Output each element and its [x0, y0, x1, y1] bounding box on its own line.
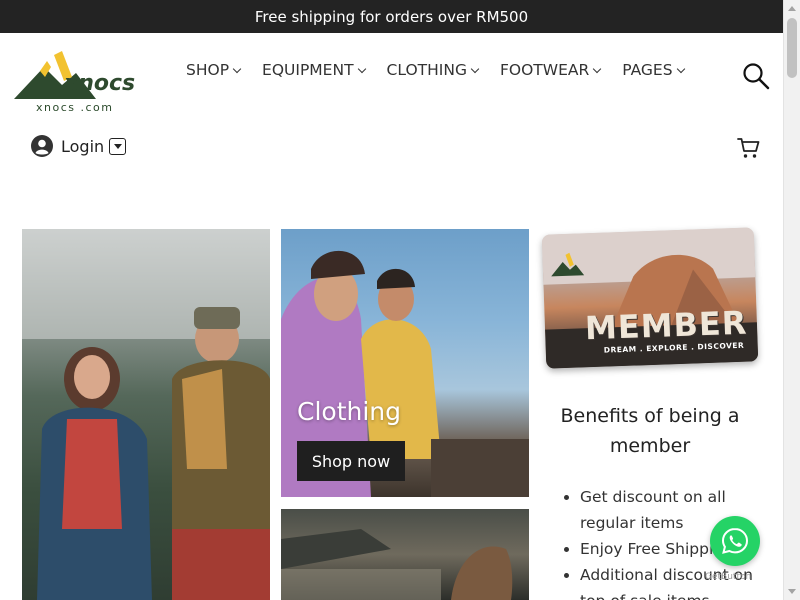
scrollbar[interactable] [783, 0, 800, 600]
search-icon [743, 63, 770, 90]
dropdown-toggle-icon[interactable] [109, 137, 127, 155]
member-card-logo-icon [551, 252, 585, 277]
nav-label: FOOTWEAR [499, 61, 590, 79]
login-dropdown[interactable]: Login [31, 135, 127, 157]
announcement-text: Free shipping for orders over RM500 [254, 7, 529, 26]
scroll-down-arrow[interactable] [788, 589, 796, 594]
site-header: xnocs xnocs .com SHOP EQUIPMENT CLOTHING… [0, 33, 783, 114]
nav-item-clothing[interactable]: CLOTHING [386, 61, 480, 79]
hikers-banner-image[interactable] [22, 229, 270, 600]
nav-item-pages[interactable]: PAGES [622, 61, 685, 79]
nav-label: PAGES [622, 61, 673, 79]
whatsapp-icon [721, 527, 749, 554]
nav-label: EQUIPMENT [262, 61, 354, 79]
cart-button[interactable] [737, 136, 761, 160]
brand-logo[interactable]: xnocs xnocs .com [14, 43, 139, 114]
chevron-down-icon [470, 64, 480, 73]
membership-card-image: MEMBER DREAM . EXPLORE . DISCOVER [541, 227, 759, 369]
chevron-down-icon [232, 64, 242, 73]
nav-label: CLOTHING [386, 61, 467, 79]
logo-wordmark: xnocs [64, 71, 136, 96]
chevron-down-icon [357, 64, 366, 73]
login-label: Login [61, 136, 105, 156]
announcement-bar: Free shipping for orders over RM500 [0, 0, 783, 33]
logo-domain: xnocs .com [36, 101, 114, 114]
clothing-card-title: Clothing [297, 397, 402, 426]
chevron-down-icon [592, 64, 602, 73]
nav-item-shop[interactable]: SHOP [186, 61, 242, 79]
scroll-up-arrow[interactable] [788, 6, 796, 11]
footwear-category-card[interactable] [281, 509, 529, 600]
benefits-title: Benefits of being a member [560, 405, 740, 457]
whatsapp-chat-button[interactable] [710, 516, 760, 566]
nav-item-equipment[interactable]: EQUIPMENT [262, 61, 366, 79]
nav-label: SHOP [186, 61, 230, 79]
hikers-photo [22, 229, 270, 600]
nav-item-footwear[interactable]: FOOTWEAR [499, 61, 602, 79]
user-icon [31, 135, 53, 157]
scrollbar-thumb[interactable] [787, 18, 797, 78]
main-nav: SHOP EQUIPMENT CLOTHING FOOTWEAR PAGES [186, 61, 706, 79]
whatsapp-caption: GetButton [705, 572, 752, 582]
clothing-category-card[interactable]: Clothing Shop now [281, 229, 529, 497]
clothing-shop-now-button[interactable]: Shop now [297, 441, 405, 481]
footwear-photo [281, 529, 513, 600]
search-button[interactable] [742, 62, 770, 90]
chevron-down-icon [676, 64, 685, 73]
cart-icon [737, 138, 760, 158]
